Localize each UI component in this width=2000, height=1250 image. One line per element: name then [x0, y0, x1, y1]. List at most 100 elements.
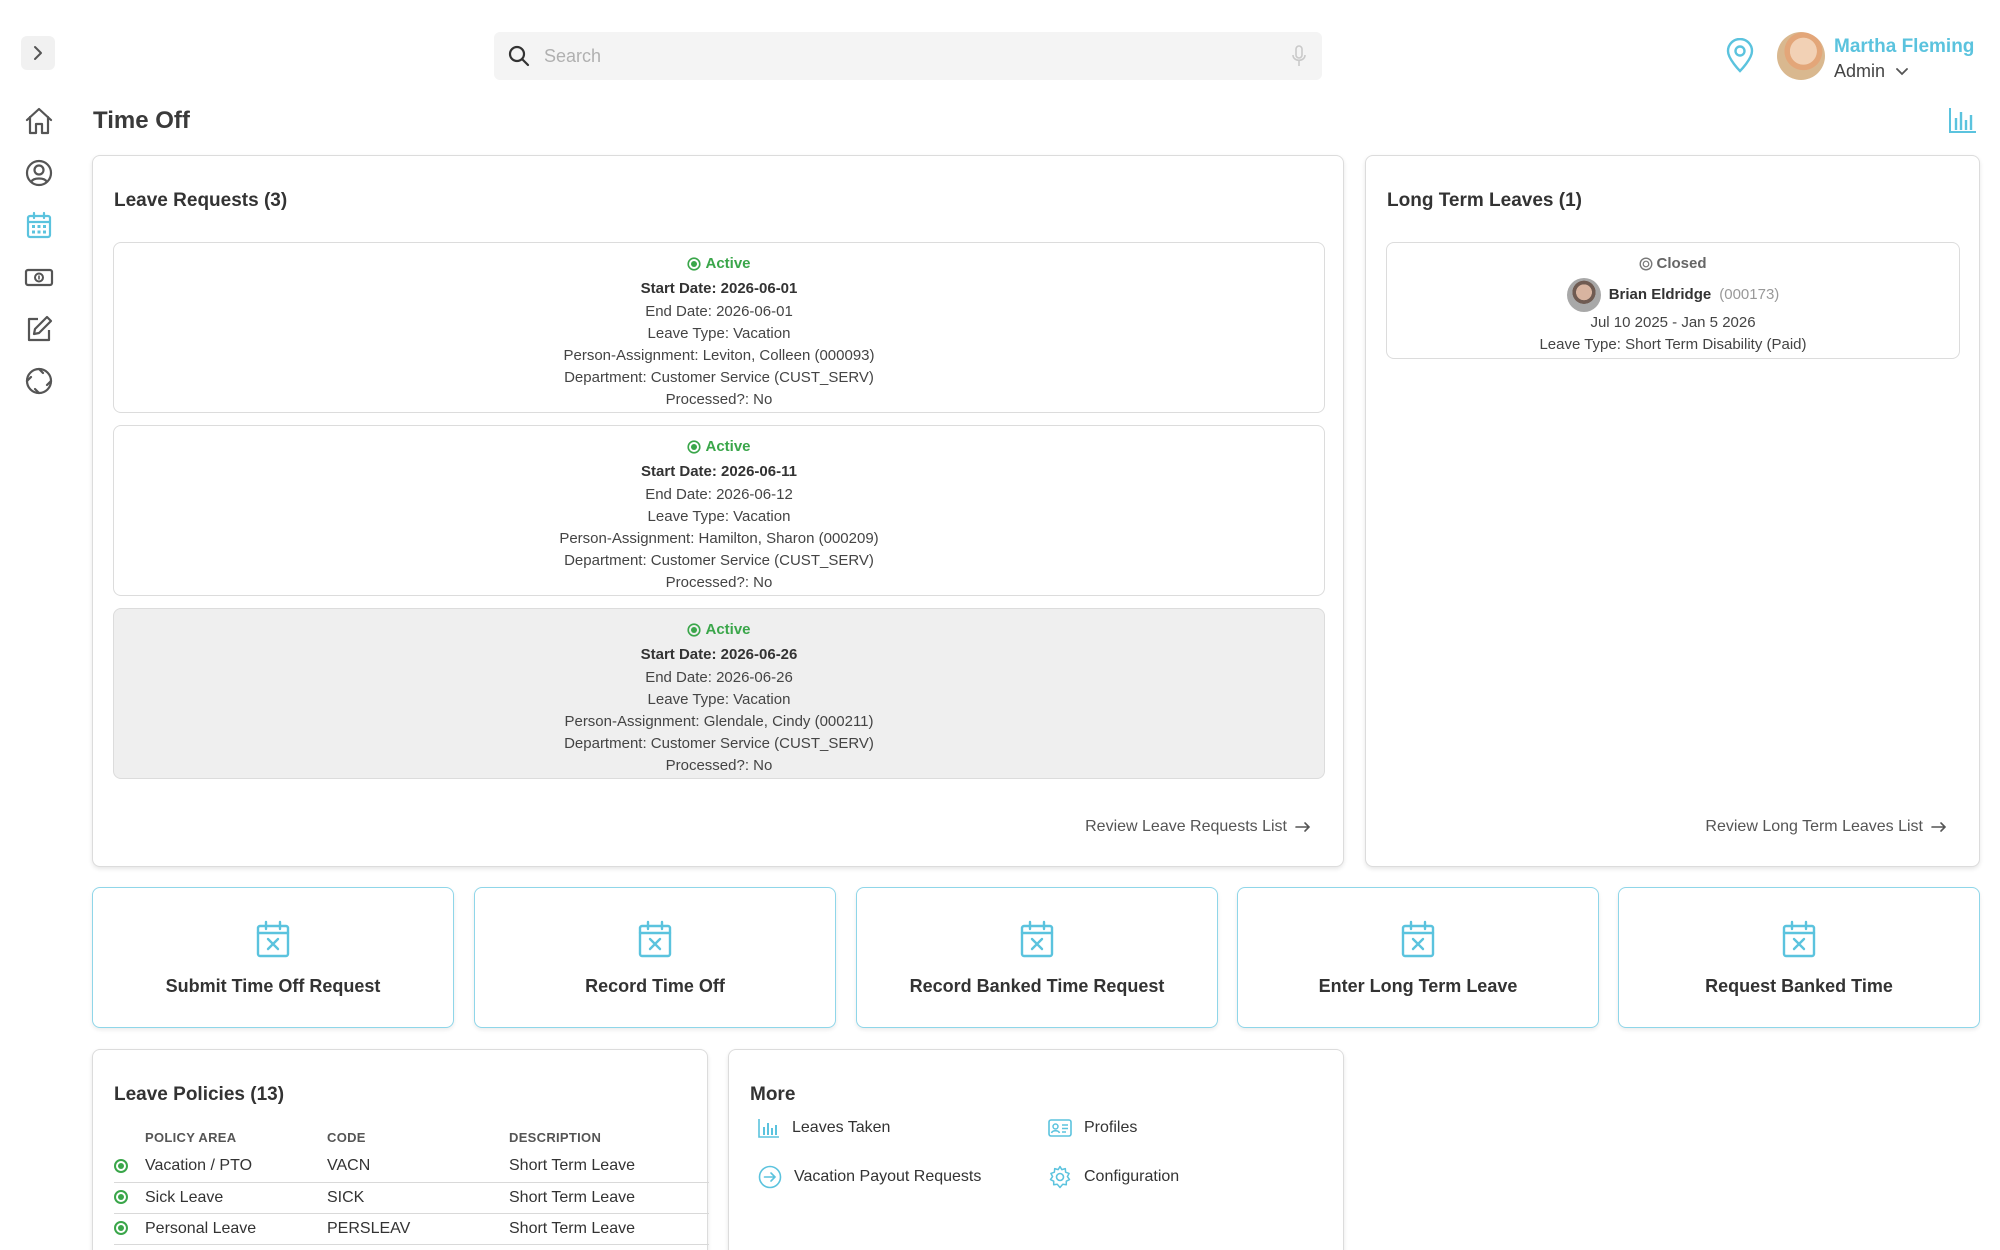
chevron-down-icon	[1896, 67, 1908, 75]
leave-policies-card: Leave Policies (13) POLICY AREA CODE DES…	[92, 1049, 709, 1250]
nav-calendar[interactable]	[20, 206, 58, 244]
tile-label: Request Banked Time	[1705, 976, 1893, 996]
column-header-code: CODE	[327, 1130, 366, 1145]
status-active: Active	[687, 619, 751, 641]
arrow-right-icon	[1931, 822, 1947, 832]
code-cell: PERSLEAV	[327, 1213, 509, 1245]
department: Department: Customer Service (CUST_SERV)	[564, 735, 874, 753]
department: Department: Customer Service (CUST_SERV)	[564, 369, 874, 387]
microphone-icon[interactable]	[1290, 44, 1308, 68]
home-icon	[25, 107, 53, 135]
start-date: Start Date: 2026-06-26	[640, 646, 798, 664]
status-closed: Closed	[1639, 253, 1707, 275]
nav-profile[interactable]	[20, 154, 58, 192]
calendar-cancel-icon	[256, 920, 290, 958]
expand-sidebar-button[interactable]	[21, 36, 55, 70]
tile-label: Record Time Off	[585, 976, 725, 996]
status-label: Closed	[1656, 255, 1707, 272]
nav-processes[interactable]	[20, 362, 58, 400]
review-long-term-leaves-link[interactable]: Review Long Term Leaves List	[1705, 818, 1947, 836]
record-banked-time-request-button[interactable]: Record Banked Time Request	[856, 887, 1218, 1028]
calendar-cancel-icon	[1401, 920, 1435, 958]
status-label: Active	[705, 621, 751, 638]
search-icon	[508, 45, 530, 67]
description-cell: Short Term Leave	[509, 1213, 709, 1245]
active-dot-icon	[114, 1221, 128, 1236]
user-avatar[interactable]	[1777, 32, 1825, 80]
status-label: Active	[705, 438, 751, 455]
status-active: Active	[687, 436, 751, 458]
nav-payroll[interactable]	[20, 258, 58, 296]
leaves-taken-label: Leaves Taken	[792, 1119, 891, 1136]
user-role-dropdown[interactable]: Admin	[1834, 61, 1909, 82]
description-cell: Short Term Leave	[509, 1182, 709, 1214]
enter-long-term-leave-button[interactable]: Enter Long Term Leave	[1237, 887, 1599, 1028]
leave-type: Leave Type: Vacation	[647, 507, 791, 525]
user-circle-icon	[25, 159, 53, 187]
avatar	[1566, 278, 1601, 312]
tile-label: Submit Time Off Request	[165, 976, 381, 996]
table-header-row: POLICY AREA CODE DESCRIPTION	[114, 1126, 709, 1151]
review-long-term-leaves-label: Review Long Term Leaves List	[1705, 818, 1923, 835]
profiles-link[interactable]: Profiles	[1048, 1118, 1137, 1138]
processed: Processed?: No	[665, 391, 773, 409]
review-leave-requests-link[interactable]: Review Leave Requests List	[1085, 818, 1311, 836]
long-term-leaves-title: Long Term Leaves (1)	[1387, 190, 1582, 211]
leave-type: Leave Type: Vacation	[647, 690, 791, 708]
end-date: End Date: 2026-06-26	[645, 668, 793, 686]
table-row[interactable]: Vacation / PTO VACN Short Term Leave	[114, 1151, 709, 1183]
user-role-label: Admin	[1834, 61, 1886, 81]
bar-chart-icon	[758, 1119, 779, 1138]
calendar-cancel-icon	[1782, 920, 1816, 958]
nav-home[interactable]	[20, 102, 58, 140]
active-status-icon	[687, 440, 702, 454]
leave-dates: Jul 10 2025 - Jan 5 2026	[1590, 314, 1756, 331]
long-term-leave-item[interactable]: Closed Brian Eldridge (000173) Jul 10 20…	[1386, 242, 1960, 359]
analytics-button[interactable]	[1948, 106, 1978, 139]
status-cell	[114, 1182, 145, 1214]
status-column-header	[114, 1126, 145, 1151]
arrow-right-icon	[1295, 822, 1311, 832]
tile-label: Enter Long Term Leave	[1318, 976, 1518, 996]
money-icon	[24, 268, 54, 287]
tile-label: Record Banked Time Request	[909, 976, 1165, 996]
column-header-policy-area: POLICY AREA	[145, 1130, 237, 1145]
column-header-description: DESCRIPTION	[509, 1130, 602, 1145]
configuration-link[interactable]: Configuration	[1048, 1165, 1179, 1189]
gear-icon	[1049, 1165, 1071, 1189]
department: Department: Customer Service (CUST_SERV)	[564, 552, 874, 570]
leave-request-item[interactable]: Active Start Date: 2026-06-26 End Date: …	[113, 608, 1325, 779]
record-time-off-button[interactable]: Record Time Off	[474, 887, 836, 1028]
edit-icon	[27, 315, 53, 342]
leaves-taken-link[interactable]: Leaves Taken	[758, 1118, 890, 1138]
processed: Processed?: No	[665, 574, 773, 592]
search-input[interactable]	[544, 45, 1290, 67]
leave-request-item[interactable]: Active Start Date: 2026-06-01 End Date: …	[113, 242, 1325, 413]
vacation-payout-requests-link[interactable]: Vacation Payout Requests	[758, 1165, 981, 1189]
leave-requests-card: Leave Requests (3) Active Start Date: 20…	[92, 155, 1344, 867]
location-pin-icon	[1726, 37, 1754, 73]
person-line: Brian Eldridge (000173)	[1387, 278, 1959, 312]
table-row[interactable]: Personal Leave PERSLEAV Short Term Leave	[114, 1213, 709, 1245]
side-nav	[20, 102, 58, 414]
code-cell: SICK	[327, 1182, 509, 1214]
user-name[interactable]: Martha Fleming	[1834, 36, 1974, 58]
submit-time-off-request-button[interactable]: Submit Time Off Request	[92, 887, 454, 1028]
location-button[interactable]	[1725, 37, 1755, 79]
long-term-leaves-card: Long Term Leaves (1) Closed Brian Eldrid…	[1365, 155, 1980, 867]
request-banked-time-button[interactable]: Request Banked Time	[1618, 887, 1980, 1028]
code-cell: VACN	[327, 1151, 509, 1183]
table-row[interactable]: Sick Leave SICK Short Term Leave	[114, 1182, 709, 1214]
page-title: Time Off	[93, 107, 190, 134]
start-date: Start Date: 2026-06-01	[640, 280, 798, 298]
end-date: End Date: 2026-06-01	[645, 302, 793, 320]
active-status-icon	[687, 257, 702, 271]
person-id: (000173)	[1719, 286, 1780, 303]
closed-status-icon	[1639, 257, 1653, 271]
start-date: Start Date: 2026-06-11	[641, 463, 797, 481]
leave-request-item[interactable]: Active Start Date: 2026-06-11 End Date: …	[113, 425, 1325, 596]
active-dot-icon	[114, 1159, 128, 1174]
active-dot-icon	[114, 1190, 128, 1205]
status-label: Active	[705, 255, 751, 272]
nav-edit[interactable]	[20, 310, 58, 348]
